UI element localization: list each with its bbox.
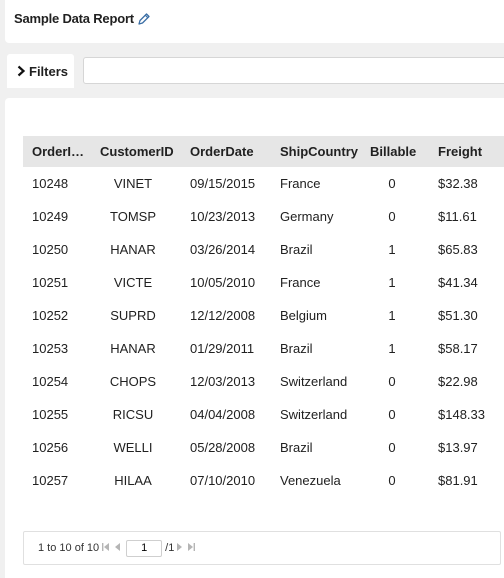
table-row[interactable]: 10257 HILAA 07/10/2010 Venezuela 0 $81.9… [23,464,504,497]
cell-orderid: 10251 [32,275,69,290]
filters-bar: Filters [0,54,504,90]
table-row[interactable]: 10253 HANAR 01/29/2011 Brazil 1 $58.17 [23,332,504,365]
filters-toggle-button[interactable]: Filters [7,54,74,88]
page-total: /1 [165,542,175,554]
cell-billable: 0 [388,407,396,422]
column-header-customerid[interactable]: CustomerID [91,144,181,159]
cell-customerid: VINET [113,176,153,191]
cell-customerid: SUPRD [110,308,156,323]
cell-billable: 0 [388,374,396,389]
cell-freight: $148.33 [438,407,485,422]
cell-shipcountry: France [280,176,321,191]
report-title-row: Sample Data Report [14,11,151,26]
cell-shipcountry: Brazil [280,341,313,356]
cell-shipcountry: Germany [280,209,334,224]
table-row[interactable]: 10248 VINET 09/15/2015 France 0 $32.38 [23,167,504,200]
cell-freight: $81.91 [438,473,478,488]
cell-shipcountry: Switzerland [280,374,348,389]
cell-shipcountry: Switzerland [280,407,348,422]
cell-customerid: WELLI [113,440,153,455]
cell-orderid: 10254 [32,374,69,389]
cell-shipcountry: Belgium [280,308,327,323]
cell-freight: $32.38 [438,176,478,191]
cell-customerid: CHOPS [109,374,157,389]
cell-orderdate: 12/12/2008 [190,308,256,323]
cell-customerid: HILAA [114,473,152,488]
cell-shipcountry: Venezuela [280,473,341,488]
cell-freight: $22.98 [438,374,478,389]
pagination-bar: 1 to 10 of 10 /1 [23,531,501,565]
cell-orderdate: 09/15/2015 [190,176,256,191]
page-title: Sample Data Report [14,11,134,26]
cell-billable: 0 [388,440,396,455]
previous-page-icon[interactable] [115,543,121,553]
chevron-right-icon [16,65,26,77]
column-header-freight[interactable]: Freight [429,144,504,159]
cell-orderdate: 10/05/2010 [190,275,256,290]
cell-orderdate: 05/28/2008 [190,440,256,455]
cell-orderid: 10248 [32,176,69,191]
table-row[interactable]: 10250 HANAR 03/26/2014 Brazil 1 $65.83 [23,233,504,266]
cell-orderid: 10250 [32,242,69,257]
filter-input[interactable] [83,57,504,84]
grid-body: 10248 VINET 09/15/2015 France 0 $32.38 1… [23,167,504,497]
last-page-icon[interactable] [188,543,196,553]
cell-freight: $13.97 [438,440,478,455]
cell-shipcountry: Brazil [280,242,313,257]
first-page-icon[interactable] [102,543,110,553]
table-row[interactable]: 10256 WELLI 05/28/2008 Brazil 0 $13.97 [23,431,504,464]
cell-orderid: 10257 [32,473,69,488]
grid-header-row: OrderID... CustomerID OrderDate ShipCoun… [23,136,504,167]
cell-billable: 0 [388,473,396,488]
cell-billable: 1 [388,275,396,290]
cell-freight: $41.34 [438,275,478,290]
table-row[interactable]: 10252 SUPRD 12/12/2008 Belgium 1 $51.30 [23,299,504,332]
cell-orderid: 10256 [32,440,69,455]
cell-shipcountry: France [280,275,321,290]
next-page-icon[interactable] [177,543,183,553]
cell-orderdate: 04/04/2008 [190,407,256,422]
cell-shipcountry: Brazil [280,440,313,455]
cell-orderdate: 01/29/2011 [190,341,255,356]
cell-orderid: 10253 [32,341,69,356]
grid-panel: OrderID... CustomerID OrderDate ShipCoun… [5,98,504,578]
table-row[interactable]: 10255 RICSU 04/04/2008 Switzerland 0 $14… [23,398,504,431]
cell-orderid: 10255 [32,407,69,422]
column-header-orderid[interactable]: OrderID... [23,144,91,159]
cell-orderid: 10249 [32,209,69,224]
cell-customerid: RICSU [112,407,154,422]
cell-billable: 0 [388,209,396,224]
column-header-orderdate[interactable]: OrderDate [181,144,271,159]
column-header-billable[interactable]: Billable [361,144,429,159]
report-header: Sample Data Report [5,0,504,43]
cell-customerid: TOMSP [110,209,156,224]
cell-billable: 0 [388,176,396,191]
table-row[interactable]: 10254 CHOPS 12/03/2013 Switzerland 0 $22… [23,365,504,398]
cell-freight: $65.83 [438,242,478,257]
cell-orderdate: 07/10/2010 [190,473,256,488]
cell-orderdate: 03/26/2014 [190,242,256,257]
data-grid: OrderID... CustomerID OrderDate ShipCoun… [23,136,504,497]
page-number-input[interactable] [126,539,163,557]
cell-billable: 1 [388,341,396,356]
cell-orderdate: 10/23/2013 [190,209,256,224]
table-row[interactable]: 10251 VICTE 10/05/2010 France 1 $41.34 [23,266,504,299]
cell-customerid: HANAR [110,242,156,257]
column-header-shipcountry[interactable]: ShipCountry [271,144,361,159]
cell-customerid: VICTE [113,275,153,290]
cell-billable: 1 [388,308,396,323]
cell-freight: $51.30 [438,308,478,323]
pencil-icon[interactable] [137,12,151,26]
pagination-summary: 1 to 10 of 10 [38,542,100,554]
cell-customerid: HANAR [110,341,156,356]
cell-billable: 1 [388,242,396,257]
cell-orderid: 10252 [32,308,69,323]
cell-freight: $58.17 [438,341,478,356]
cell-freight: $11.61 [438,209,477,224]
filters-label: Filters [29,63,69,79]
table-row[interactable]: 10249 TOMSP 10/23/2013 Germany 0 $11.61 [23,200,504,233]
cell-orderdate: 12/03/2013 [190,374,256,389]
